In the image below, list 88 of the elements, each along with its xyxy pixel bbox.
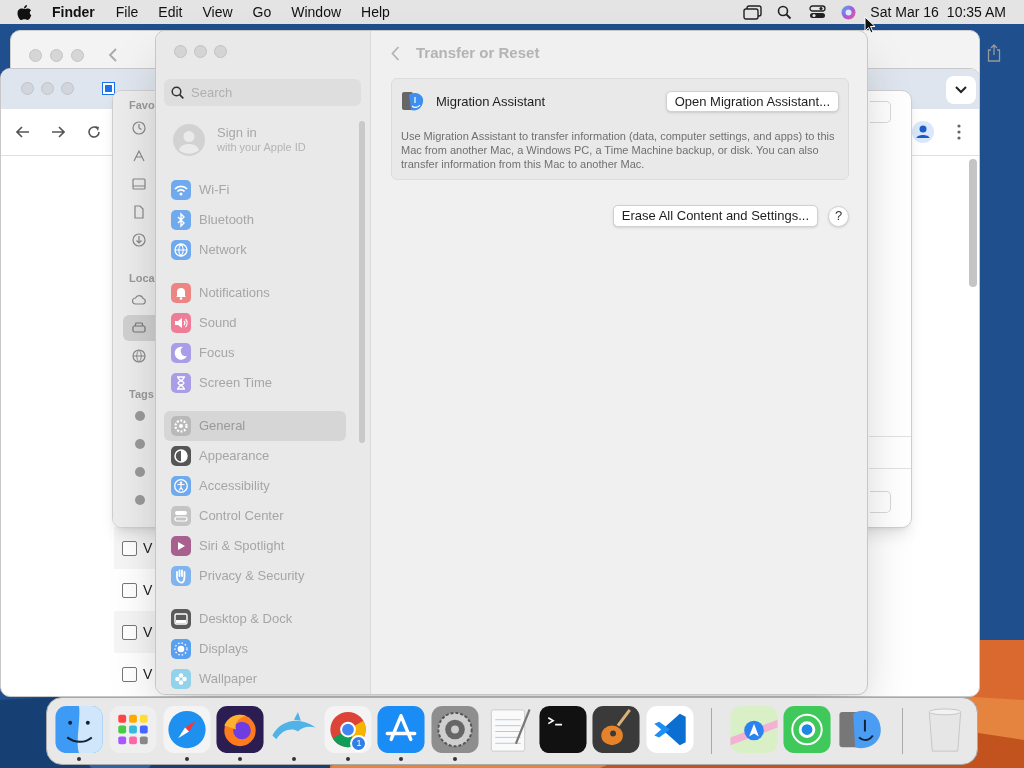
page-title: Transfer or Reset: [416, 43, 540, 63]
menu-bar-time[interactable]: 10:35 AM: [946, 1, 1006, 23]
terminal-icon[interactable]: [538, 706, 587, 754]
back-chevron-icon[interactable]: [108, 48, 118, 62]
tab-search-button[interactable]: [946, 76, 976, 104]
menu-item[interactable]: View: [202, 1, 233, 23]
sign-in-title[interactable]: Sign in: [217, 125, 306, 140]
map-icon[interactable]: [729, 706, 778, 754]
radar-icon[interactable]: [783, 706, 832, 754]
sidebar-item[interactable]: Control Center: [164, 501, 346, 531]
button[interactable]: [870, 491, 891, 513]
sidebar-item[interactable]: Wi-Fi: [164, 175, 346, 205]
reload-icon[interactable]: [87, 125, 101, 139]
document-icon[interactable]: [132, 205, 146, 219]
sidebar-heading: Loca: [129, 271, 155, 286]
cloud-icon: [132, 293, 146, 307]
sidebar-item[interactable]: General: [164, 411, 346, 441]
open-migration-button[interactable]: Open Migration Assistant...: [665, 91, 839, 112]
search-icon: [171, 86, 184, 99]
sidebar-item[interactable]: Screen Time: [164, 368, 346, 398]
back-arrow-icon[interactable]: [16, 126, 30, 138]
menu-item[interactable]: Edit: [158, 1, 183, 23]
traffic-light-button[interactable]: [71, 49, 84, 62]
traffic-light-button[interactable]: [50, 49, 63, 62]
menu-item[interactable]: File: [115, 1, 139, 23]
sidebar-item[interactable]: Accessibility: [164, 471, 346, 501]
row-text: V: [143, 622, 153, 642]
row-text: V: [143, 538, 153, 558]
sidebar-item[interactable]: [123, 315, 155, 341]
erase-button[interactable]: Erase All Content and Settings...: [612, 205, 818, 227]
menu-bar-date[interactable]: Sat Mar 16: [870, 1, 939, 23]
scrollbar-thumb[interactable]: [359, 121, 365, 443]
tab-favicon-icon[interactable]: [102, 82, 115, 95]
sidebar-item[interactable]: Network: [164, 235, 346, 265]
traffic-light-button[interactable]: [29, 49, 42, 62]
input-field[interactable]: [870, 101, 891, 123]
sidebar-heading: Favo: [129, 98, 155, 113]
more-menu-icon[interactable]: [957, 124, 961, 140]
menu-item[interactable]: Window: [291, 1, 342, 23]
setting-description: Use Migration Assistant to transfer information (data, computer settings, and apps) to this Mac from another Mac, a Windows PC, a Time Machine backup, or disk. You can also transfer information from this Mac to another Mac.: [401, 129, 836, 171]
sidebar-heading: Tags: [129, 387, 154, 402]
globe-icon: [132, 349, 146, 363]
code-editor-icon[interactable]: [645, 706, 694, 754]
forward-arrow-icon[interactable]: [51, 126, 65, 138]
clock-icon[interactable]: [132, 121, 146, 135]
back-chevron-icon[interactable]: [391, 45, 400, 61]
checkbox[interactable]: [122, 624, 137, 640]
share-icon[interactable]: [987, 44, 1001, 62]
row-text: V: [143, 580, 153, 600]
menu-item[interactable]: Go: [252, 1, 272, 23]
guitar-icon[interactable]: [592, 706, 641, 754]
apple-logo-icon[interactable]: [17, 3, 32, 21]
compass-icon[interactable]: [162, 706, 211, 754]
gear-icon[interactable]: [431, 706, 480, 754]
scrollbar-thumb[interactable]: [969, 159, 977, 287]
finder-icon[interactable]: [55, 706, 104, 754]
row-text: V: [143, 664, 153, 684]
sidebar-item[interactable]: Bluetooth: [164, 205, 346, 235]
search-icon[interactable]: [777, 4, 793, 20]
control-center-icon[interactable]: [809, 5, 827, 19]
chevron-down-icon: [955, 86, 967, 94]
sidebar-item[interactable]: Appearance: [164, 441, 346, 471]
fox-globe-icon[interactable]: [216, 706, 265, 754]
sidebar-item[interactable]: Siri & Spotlight: [164, 531, 346, 561]
checkbox[interactable]: [122, 666, 137, 682]
app-menu[interactable]: Finder: [52, 1, 95, 23]
help-button[interactable]: ?: [828, 205, 849, 227]
desktop-icon[interactable]: [132, 177, 146, 191]
checkbox[interactable]: [122, 540, 137, 556]
sidebar-item[interactable]: Wallpaper: [164, 664, 346, 694]
profile-icon[interactable]: [912, 121, 934, 143]
chrome-icon[interactable]: [323, 706, 372, 754]
windows-icon[interactable]: [743, 4, 763, 20]
drive-icon: [132, 321, 146, 335]
apps-icon[interactable]: [132, 149, 146, 163]
sidebar-item[interactable]: Sound: [164, 308, 346, 338]
sidebar-item[interactable]: Privacy & Security: [164, 561, 346, 591]
download-icon[interactable]: [132, 233, 146, 247]
app-store-icon[interactable]: [377, 706, 426, 754]
app-grid-icon[interactable]: [109, 706, 158, 754]
setting-title: Migration Assistant: [436, 92, 546, 111]
sidebar-item[interactable]: Focus: [164, 338, 346, 368]
checkbox[interactable]: [122, 582, 137, 598]
siri-icon[interactable]: [841, 4, 857, 20]
menu-item[interactable]: Help: [361, 1, 390, 23]
sidebar-item[interactable]: Displays: [164, 634, 346, 664]
sidebar-item[interactable]: Notifications: [164, 278, 346, 308]
sidebar-item[interactable]: Desktop & Dock: [164, 604, 346, 634]
